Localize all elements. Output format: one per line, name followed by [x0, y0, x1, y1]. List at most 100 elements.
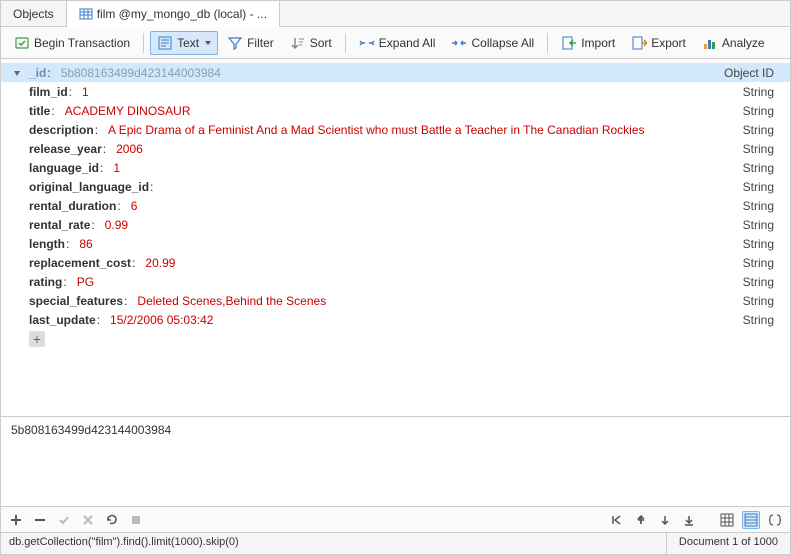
field-key: title: [29, 104, 50, 118]
import-button[interactable]: Import: [554, 31, 622, 55]
last-page-button[interactable]: [680, 511, 698, 529]
field-row[interactable]: last_update :15/2/2006 05:03:42String: [1, 310, 790, 329]
toolbar: Begin Transaction Text Filter Sort Expan…: [1, 27, 790, 59]
field-key: release_year: [29, 142, 102, 156]
field-row[interactable]: rental_duration :6String: [1, 196, 790, 215]
collapse-icon: [451, 35, 467, 51]
document-panel[interactable]: _id :5b808163499d423144003984Object ID fi…: [1, 59, 790, 416]
analyze-button[interactable]: Analyze: [695, 31, 772, 55]
field-key: description: [29, 123, 94, 137]
collapse-all-label: Collapse All: [471, 36, 534, 50]
add-button[interactable]: [7, 511, 25, 529]
first-page-button[interactable]: [608, 511, 626, 529]
import-label: Import: [581, 36, 615, 50]
begin-transaction-button[interactable]: Begin Transaction: [7, 31, 137, 55]
field-row[interactable]: title :ACADEMY DINOSAURString: [1, 101, 790, 120]
field-row[interactable]: language_id :1String: [1, 158, 790, 177]
field-row[interactable]: release_year :2006String: [1, 139, 790, 158]
field-key: film_id: [29, 85, 68, 99]
refresh-button[interactable]: [103, 511, 121, 529]
remove-button[interactable]: [31, 511, 49, 529]
text-view-button[interactable]: Text: [150, 31, 218, 55]
field-key: rental_rate: [29, 218, 90, 232]
tab-film[interactable]: film @my_mongo_db (local) - ...: [67, 1, 280, 27]
sort-icon: [290, 35, 306, 51]
field-type: String: [743, 199, 782, 213]
prev-page-button[interactable]: [632, 511, 650, 529]
field-row[interactable]: special_features :Deleted Scenes,Behind …: [1, 291, 790, 310]
tab-bar: Objects film @my_mongo_db (local) - ...: [1, 1, 790, 27]
grid-view-button[interactable]: [718, 511, 736, 529]
field-row[interactable]: replacement_cost :20.99String: [1, 253, 790, 272]
text-view-label: Text: [177, 36, 199, 50]
next-page-button[interactable]: [656, 511, 674, 529]
transaction-icon: [14, 35, 30, 51]
field-key: length: [29, 237, 65, 251]
field-type: String: [743, 256, 782, 270]
field-key: special_features: [29, 294, 123, 308]
field-value[interactable]: 15/2/2006 05:03:42: [110, 313, 213, 327]
field-value[interactable]: 5b808163499d423144003984: [61, 66, 221, 80]
field-key: rating: [29, 275, 62, 289]
field-value[interactable]: 86: [79, 237, 92, 251]
field-value[interactable]: 2006: [116, 142, 143, 156]
expand-all-button[interactable]: Expand All: [352, 31, 443, 55]
field-key: last_update: [29, 313, 96, 327]
field-type: String: [743, 85, 782, 99]
apply-button[interactable]: [55, 511, 73, 529]
tree-view-button[interactable]: [742, 511, 760, 529]
field-type: String: [743, 180, 782, 194]
expand-all-label: Expand All: [379, 36, 436, 50]
add-field-button[interactable]: +: [29, 331, 45, 347]
stop-button[interactable]: [127, 511, 145, 529]
begin-transaction-label: Begin Transaction: [34, 36, 130, 50]
field-row[interactable]: rental_rate :0.99String: [1, 215, 790, 234]
field-type: String: [743, 104, 782, 118]
cancel-button[interactable]: [79, 511, 97, 529]
field-type: String: [743, 294, 782, 308]
collection-icon: [79, 7, 93, 21]
field-value[interactable]: ACADEMY DINOSAUR: [65, 104, 191, 118]
field-value[interactable]: 1: [113, 161, 120, 175]
separator: [547, 33, 548, 53]
field-row[interactable]: _id :5b808163499d423144003984Object ID: [1, 63, 790, 82]
field-value[interactable]: 6: [131, 199, 138, 213]
main-area: _id :5b808163499d423144003984Object ID fi…: [1, 59, 790, 506]
field-type: String: [743, 123, 782, 137]
expand-icon: [359, 35, 375, 51]
tab-objects-label: Objects: [13, 7, 54, 21]
filter-label: Filter: [247, 36, 274, 50]
field-value[interactable]: 20.99: [145, 256, 175, 270]
export-button[interactable]: Export: [624, 31, 693, 55]
field-value[interactable]: A Epic Drama of a Feminist And a Mad Sci…: [108, 123, 645, 137]
field-value[interactable]: Deleted Scenes,Behind the Scenes: [137, 294, 326, 308]
status-query: db.getCollection("film").find().limit(10…: [1, 533, 667, 554]
field-type: String: [743, 142, 782, 156]
field-key: rental_duration: [29, 199, 116, 213]
field-value[interactable]: 0.99: [105, 218, 128, 232]
export-icon: [631, 35, 647, 51]
tab-objects[interactable]: Objects: [1, 1, 67, 26]
bottom-toolbar: [1, 506, 790, 532]
analyze-icon: [702, 35, 718, 51]
json-view-button[interactable]: [766, 511, 784, 529]
id-preview-value: 5b808163499d423144003984: [11, 423, 171, 437]
field-type: String: [743, 237, 782, 251]
field-value[interactable]: PG: [77, 275, 94, 289]
field-row[interactable]: film_id :1String: [1, 82, 790, 101]
text-icon: [157, 35, 173, 51]
expander-icon[interactable]: [11, 67, 23, 79]
field-row[interactable]: description :A Epic Drama of a Feminist …: [1, 120, 790, 139]
field-value[interactable]: 1: [82, 85, 89, 99]
separator: [345, 33, 346, 53]
collapse-all-button[interactable]: Collapse All: [444, 31, 541, 55]
field-row[interactable]: length :86String: [1, 234, 790, 253]
status-bar: db.getCollection("film").find().limit(10…: [1, 532, 790, 554]
separator: [143, 33, 144, 53]
filter-button[interactable]: Filter: [220, 31, 281, 55]
field-type: String: [743, 313, 782, 327]
field-row[interactable]: original_language_id :String: [1, 177, 790, 196]
sort-button[interactable]: Sort: [283, 31, 339, 55]
id-preview-panel: 5b808163499d423144003984: [1, 416, 790, 506]
field-row[interactable]: rating :PGString: [1, 272, 790, 291]
